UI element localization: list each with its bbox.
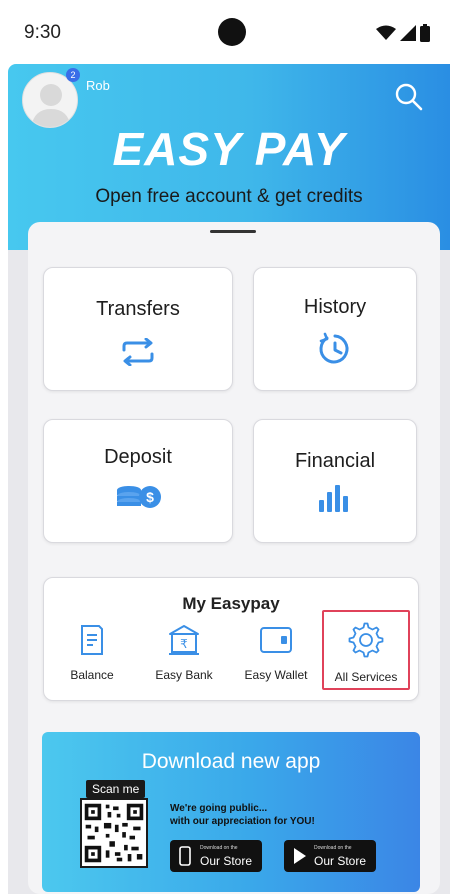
easy-bank-label: Easy Bank	[155, 668, 213, 682]
svg-text:₹: ₹	[180, 637, 188, 651]
banner-title: Download new app	[141, 750, 321, 773]
camera-cutout	[218, 18, 246, 46]
transfers-card[interactable]: Transfers	[43, 267, 233, 391]
banner-promo-text: We're going public... with our appreciat…	[170, 802, 315, 828]
store2-small-text: Download on the	[314, 845, 352, 851]
search-icon	[395, 83, 423, 111]
svg-text:$: $	[146, 489, 154, 505]
download-app-banner[interactable]: Download new app Scan me We're going pub…	[42, 732, 420, 892]
status-bar: 9:30	[0, 0, 450, 64]
signal-icon	[400, 25, 416, 41]
store-button-1[interactable]: Download on the Our Store	[170, 840, 262, 872]
easy-wallet-service[interactable]: Easy Wallet	[232, 618, 320, 690]
search-button[interactable]	[394, 82, 424, 112]
history-label: History	[303, 296, 367, 318]
financial-label: Financial	[294, 450, 376, 472]
notification-badge: 2	[66, 68, 80, 82]
user-name: Rob	[86, 78, 110, 93]
scan-me-label: Scan me	[86, 780, 146, 798]
financial-card[interactable]: Financial	[253, 419, 417, 543]
play-icon	[294, 848, 306, 864]
balance-service[interactable]: Balance	[48, 618, 136, 690]
status-icons	[376, 24, 430, 42]
easy-wallet-label: Easy Wallet	[244, 668, 308, 682]
my-easypay-card: My Easypay Balance ₹ Easy Bank Easy Wall…	[43, 577, 419, 701]
tagline[interactable]: Open free account & get credits	[8, 186, 450, 208]
banner-text-line2: with our appreciation for YOU!	[170, 816, 315, 827]
store2-label: Our Store	[314, 854, 367, 868]
coins-dollar-icon: $	[117, 486, 161, 508]
store1-label: Our Store	[200, 854, 253, 868]
qr-code	[80, 798, 148, 868]
transfer-arrows-icon	[122, 338, 154, 366]
receipt-icon	[81, 625, 103, 655]
store-button-2[interactable]: Download on the Our Store	[284, 840, 376, 872]
easy-bank-service[interactable]: ₹ Easy Bank	[140, 618, 228, 690]
wallet-icon	[260, 627, 292, 653]
drag-handle[interactable]	[210, 230, 256, 233]
bar-chart-icon	[319, 485, 348, 512]
banner-text-line1: We're going public...	[170, 803, 268, 814]
battery-icon	[420, 24, 430, 42]
history-clock-icon	[319, 332, 349, 364]
store1-small-text: Download on the	[200, 845, 238, 851]
wifi-icon	[376, 25, 396, 40]
bank-icon: ₹	[169, 625, 199, 655]
history-card[interactable]: History	[253, 267, 417, 391]
app-logo: EASY PAY	[112, 123, 346, 175]
all-services-label: All Services	[334, 670, 398, 684]
all-services-button[interactable]: All Services	[322, 610, 410, 690]
deposit-label: Deposit	[104, 446, 172, 468]
balance-label: Balance	[70, 668, 114, 682]
phone-icon	[179, 846, 191, 866]
status-time: 9:30	[24, 22, 61, 43]
transfers-label: Transfers	[96, 298, 180, 320]
deposit-card[interactable]: Deposit $	[43, 419, 233, 543]
gear-icon	[348, 622, 384, 658]
